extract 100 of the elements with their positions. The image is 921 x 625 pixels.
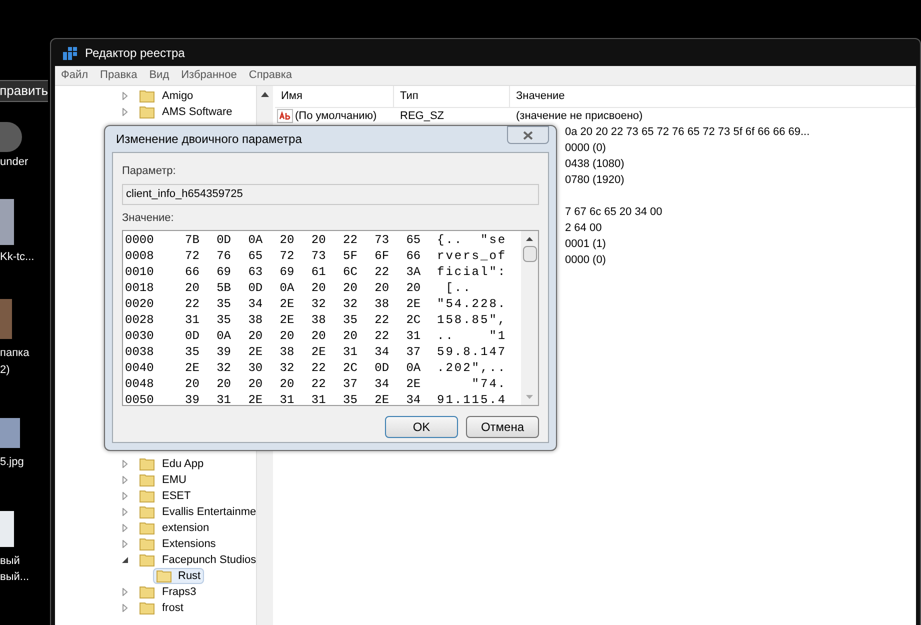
hex-offset: 0020: [125, 296, 155, 312]
field-label: Параметр:: [122, 164, 177, 179]
hex-bytes: 66 69 63 69 61 6C 22 3A: [185, 264, 422, 280]
menu-item[interactable]: Вид: [149, 67, 170, 84]
scroll-thumb[interactable]: [522, 246, 536, 262]
collapsed-arrow-icon[interactable]: [121, 460, 129, 468]
hex-ascii: rvers_of: [437, 248, 507, 264]
hex-ascii: {.. "se: [437, 232, 507, 248]
value-data: 2 64 00: [565, 220, 602, 236]
value-data: (значение не присвоено): [515, 108, 644, 124]
collapsed-arrow-icon[interactable]: [121, 604, 129, 612]
hex-bytes: 22 35 34 2E 32 32 38 2E: [185, 296, 422, 312]
tree-item[interactable]: Rust: [153, 568, 204, 584]
tree-item[interactable]: Extensions: [158, 536, 216, 552]
column-header[interactable]: Значение: [510, 86, 916, 107]
hex-offset: 0038: [125, 344, 155, 360]
desktop-icon-label: under: [0, 155, 30, 170]
collapsed-arrow-icon[interactable]: [121, 492, 129, 500]
hex-editor[interactable]: [122, 230, 539, 406]
folder-icon: [139, 489, 155, 503]
hex-offset: 0050: [125, 392, 155, 408]
hex-offset: 0018: [125, 280, 155, 296]
tree-item[interactable]: EMU: [158, 472, 186, 488]
hex-bytes: 20 5B 0D 0A 20 20 20 20: [185, 280, 422, 296]
desktop-icon-label: вый...: [0, 570, 30, 585]
menu-item[interactable]: Правка: [100, 67, 138, 84]
file-icon: [0, 510, 14, 546]
hex-offset: 0048: [125, 376, 155, 392]
hex-bytes: 0D 0A 20 20 20 20 22 31: [185, 328, 422, 344]
folder-icon: [139, 521, 155, 535]
value-type: REG_SZ: [399, 108, 446, 124]
parameter-field[interactable]: client_info_h654359725: [122, 184, 539, 204]
tree-item[interactable]: extension: [158, 520, 210, 536]
window-title: Редактор реестра: [85, 44, 185, 62]
hex-bytes: 31 35 38 2E 38 35 22 2C: [185, 312, 422, 328]
scrollbar[interactable]: [521, 231, 538, 405]
string-value-icon: [277, 109, 293, 123]
collapsed-arrow-icon[interactable]: [121, 524, 129, 532]
tree-item[interactable]: Evallis Entertainme: [158, 504, 256, 520]
dialog-button[interactable]: Отмена: [466, 416, 539, 438]
folder-icon: [139, 585, 155, 599]
hex-ascii: "74.: [470, 376, 507, 392]
dialog-title: Изменение двоичного параметра: [115, 131, 302, 148]
hex-bytes: 2E 32 30 32 22 2C 0D 0A: [185, 360, 422, 376]
value-data: 0000 (0): [565, 140, 606, 156]
desktop-icon-label: вый: [0, 554, 21, 568]
hex-offset: 0040: [125, 360, 155, 376]
hex-offset: 0028: [125, 312, 155, 328]
folder-icon: [139, 505, 155, 519]
hex-ascii: .. "1: [437, 328, 507, 344]
hex-offset: 0000: [125, 232, 155, 248]
tree-item[interactable]: frost: [158, 600, 184, 616]
value-name: (По умолчанию): [295, 108, 377, 124]
tree-item[interactable]: ESET: [158, 488, 191, 504]
tree-item[interactable]: Fraps3: [158, 584, 196, 600]
hex-ascii: ficial":: [437, 264, 507, 280]
value-data: 0438 (1080): [565, 156, 624, 172]
photo-placeholder: [0, 198, 14, 244]
hex-ascii: 91.115.4: [437, 392, 507, 408]
collapsed-arrow-icon[interactable]: [121, 588, 129, 596]
photo-placeholder: [0, 299, 12, 339]
menu-item[interactable]: Справка: [248, 67, 292, 84]
collapsed-arrow-icon[interactable]: [121, 508, 129, 516]
desktop-icon-label: папка: [0, 346, 30, 361]
scroll-up-icon: [526, 237, 533, 241]
close-icon: [523, 130, 533, 140]
menu-item[interactable]: Избранное: [181, 67, 237, 84]
hex-offset: 0008: [125, 248, 155, 264]
column-header[interactable]: Тип: [394, 86, 510, 107]
value-data: 0000 (0): [565, 252, 606, 268]
collapsed-arrow-icon[interactable]: [121, 540, 129, 548]
tree-item[interactable]: AMS Software: [158, 104, 232, 120]
hex-bytes: 20 20 20 20 22 37 34 2E: [185, 376, 422, 392]
folder-icon: [139, 105, 155, 119]
hex-bytes: 35 39 2E 38 2E 31 34 37: [185, 344, 422, 360]
hex-ascii: 158.85",: [437, 312, 507, 328]
column-header[interactable]: Имя: [275, 86, 394, 107]
scroll-down-icon: [526, 395, 533, 399]
collapsed-arrow-icon[interactable]: [121, 108, 129, 116]
desktop-icon-label: 2): [0, 362, 11, 378]
collapsed-arrow-icon[interactable]: [121, 92, 129, 100]
desktop-icon-label: 5.jpg: [0, 455, 25, 470]
tree-item[interactable]: Facepunch Studios: [158, 552, 256, 568]
hex-bytes: 7B 0D 0A 20 20 22 73 65: [185, 232, 422, 248]
collapsed-arrow-icon[interactable]: [121, 476, 129, 484]
expanded-arrow-icon[interactable]: [121, 556, 129, 564]
folder-icon: [139, 601, 155, 615]
tree-item[interactable]: Amigo: [158, 88, 194, 104]
scroll-up-icon[interactable]: [261, 92, 270, 97]
toolbar-button[interactable]: править: [0, 80, 48, 102]
hex-ascii: 59.8.147: [437, 344, 507, 360]
photo-placeholder: [0, 122, 22, 152]
close-button[interactable]: [507, 126, 549, 144]
tree-item[interactable]: Edu App: [158, 456, 204, 472]
menu-item[interactable]: Файл: [61, 67, 88, 84]
desktop-icon-label: Kk-tc...: [0, 250, 36, 264]
value-data: 0001 (1): [565, 236, 606, 252]
hex-ascii: [..: [444, 280, 473, 296]
hex-bytes: 72 76 65 72 73 5F 6F 66: [185, 248, 422, 264]
dialog-button[interactable]: OK: [385, 416, 458, 438]
